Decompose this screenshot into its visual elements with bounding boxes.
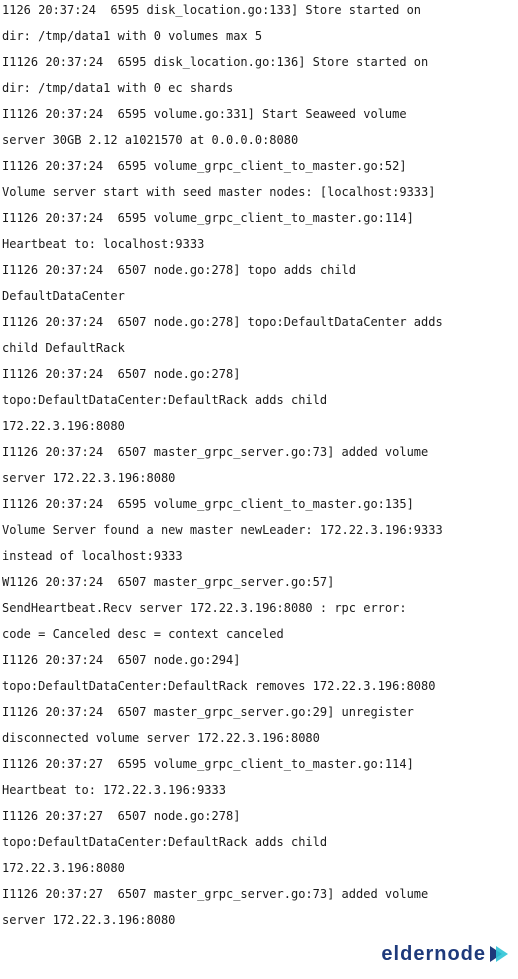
log-line: I1126 20:37:27 6507 node.go:278] (2, 809, 241, 823)
log-line: server 172.22.3.196:8080 (2, 471, 176, 485)
log-line: I1126 20:37:24 6595 volume_grpc_client_t… (2, 159, 407, 173)
log-line: 1126 20:37:24 6595 disk_location.go:133]… (2, 3, 422, 17)
log-line: dir: /tmp/data1 with 0 ec shards (2, 81, 234, 95)
log-line: I1126 20:37:24 6595 volume.go:331] Start… (2, 107, 407, 121)
log-line: instead of localhost:9333 (2, 549, 183, 563)
log-line: DefaultDataCenter (2, 289, 125, 303)
log-line: server 172.22.3.196:8080 (2, 913, 176, 927)
log-line: I1126 20:37:24 6595 disk_location.go:136… (2, 55, 429, 69)
log-line: child DefaultRack (2, 341, 125, 355)
log-line: Heartbeat to: localhost:9333 (2, 237, 205, 251)
log-line: disconnected volume server 172.22.3.196:… (2, 731, 320, 745)
brand-name: eldernode (381, 942, 486, 965)
log-line: I1126 20:37:24 6595 volume_grpc_client_t… (2, 211, 414, 225)
play-arrows-icon (490, 946, 508, 962)
log-line: topo:DefaultDataCenter:DefaultRack adds … (2, 393, 328, 407)
log-line: I1126 20:37:24 6507 node.go:278] topo ad… (2, 263, 357, 277)
log-line: I1126 20:37:24 6507 master_grpc_server.g… (2, 445, 429, 459)
log-line: server 30GB 2.12 a1021570 at 0.0.0.0:808… (2, 133, 299, 147)
log-line: Volume server start with seed master nod… (2, 185, 436, 199)
log-line: code = Canceled desc = context canceled (2, 627, 284, 641)
log-line: I1126 20:37:24 6507 node.go:294] (2, 653, 241, 667)
log-line: SendHeartbeat.Recv server 172.22.3.196:8… (2, 601, 407, 615)
log-line: W1126 20:37:24 6507 master_grpc_server.g… (2, 575, 335, 589)
log-line: Volume Server found a new master newLead… (2, 523, 443, 537)
eldernode-watermark: eldernode (381, 939, 510, 969)
log-line: topo:DefaultDataCenter:DefaultRack adds … (2, 835, 328, 849)
log-line: Heartbeat to: 172.22.3.196:9333 (2, 783, 226, 797)
log-line: topo:DefaultDataCenter:DefaultRack remov… (2, 679, 436, 693)
log-line: I1126 20:37:27 6507 master_grpc_server.g… (2, 887, 429, 901)
log-line: 172.22.3.196:8080 (2, 419, 125, 433)
log-line: I1126 20:37:24 6507 node.go:278] (2, 367, 241, 381)
log-line: 172.22.3.196:8080 (2, 861, 125, 875)
log-line: dir: /tmp/data1 with 0 volumes max 5 (2, 29, 263, 43)
log-line: I1126 20:37:27 6595 volume_grpc_client_t… (2, 757, 414, 771)
log-line: I1126 20:37:24 6507 master_grpc_server.g… (2, 705, 414, 719)
terminal-log-output: 1126 20:37:24 6595 disk_location.go:133]… (2, 0, 516, 933)
log-line: I1126 20:37:24 6595 volume_grpc_client_t… (2, 497, 414, 511)
log-line: I1126 20:37:24 6507 node.go:278] topo:De… (2, 315, 443, 329)
